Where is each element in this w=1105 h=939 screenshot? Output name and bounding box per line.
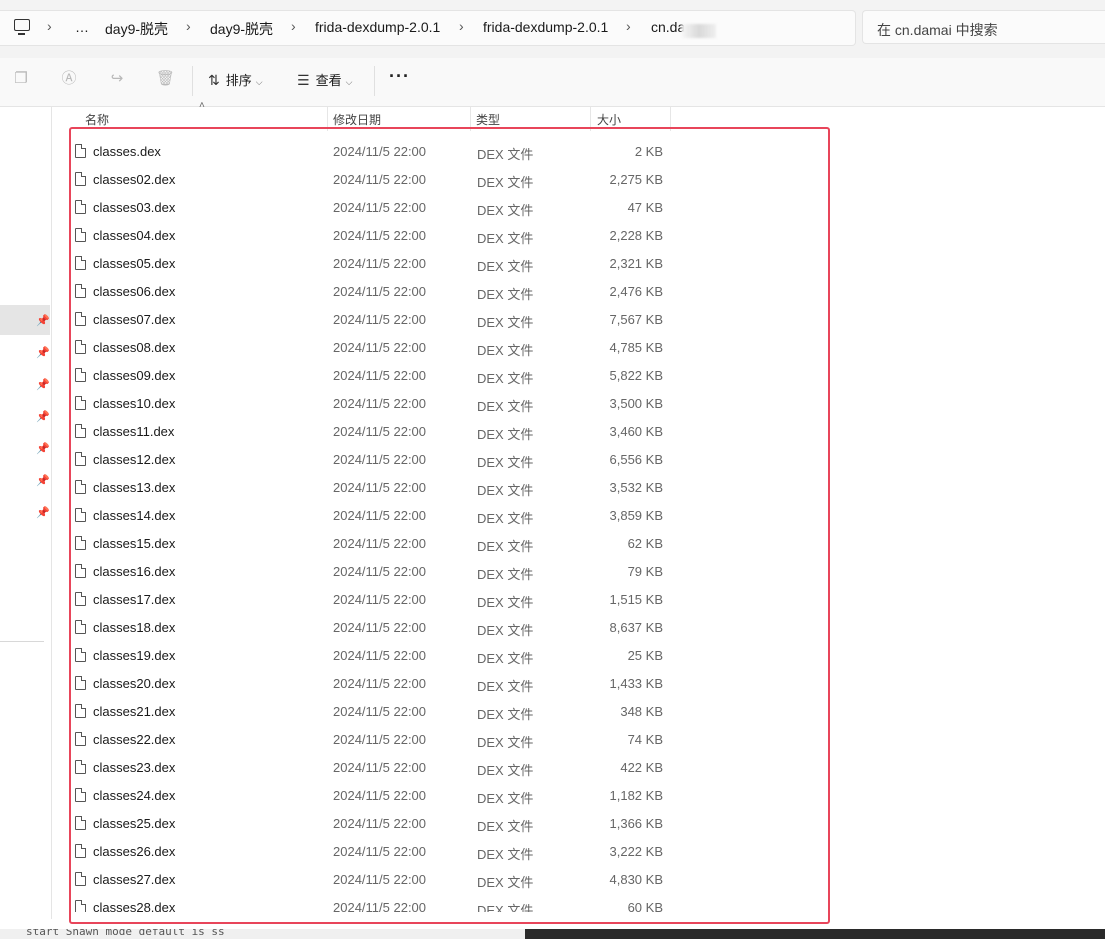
breadcrumb-item[interactable]: day9-脱壳 [210,19,273,39]
pin-icon[interactable]: 📌 [36,347,50,359]
highlight-annotation-box [69,127,830,924]
delete-icon[interactable]: 🗑 [156,70,175,88]
pin-icon[interactable]: 📌 [36,411,50,423]
view-button[interactable]: ☰ 查看 ⌵ [297,69,352,91]
address-bar-row: › … › day9-脱壳 › day9-脱壳 › frida-dexdump-… [0,0,1105,58]
this-pc-icon[interactable] [14,19,30,35]
chevron-down-icon: ⌵ [255,77,263,87]
background-window-strip: start Shawn mode default is ss [0,929,1105,939]
sort-label: 排序 [225,73,252,88]
redacted-blur [682,24,716,38]
copy-icon[interactable]: ❐ [12,70,30,88]
pin-icon[interactable]: 📌 [36,507,50,519]
breadcrumb-item[interactable]: frida-dexdump-2.0.1 [483,19,608,35]
breadcrumb-item[interactable]: frida-dexdump-2.0.1 [315,19,440,35]
address-bar[interactable]: › … › day9-脱壳 › day9-脱壳 › frida-dexdump-… [0,10,856,46]
navigation-pane: 📌 📌 📌 📌 📌 📌 📌 [0,107,52,939]
chevron-right-icon[interactable]: › [291,18,296,34]
chevron-right-icon[interactable]: › [186,18,191,34]
breadcrumb-item[interactable]: day9-脱壳 [105,19,168,39]
chevron-right-icon[interactable]: › [47,18,52,34]
more-options-button[interactable]: ··· [389,66,410,87]
pin-icon[interactable]: 📌 [36,315,50,327]
chevron-down-icon: ⌵ [345,77,353,87]
sort-button[interactable]: ⇅ 排序 ⌵ [208,69,263,91]
pin-icon[interactable]: 📌 [36,475,50,487]
chevron-right-icon[interactable]: › [459,18,464,34]
nav-divider-line [51,107,52,919]
sort-icon: ⇅ [208,72,220,88]
pin-icon[interactable]: 📌 [36,379,50,391]
share-icon[interactable]: ↪ [108,70,126,88]
sort-ascending-icon: ˄ [199,100,205,111]
search-input[interactable]: 在 cn.damai 中搜索 [862,10,1105,44]
background-window-text: start Shawn mode default is ss [26,929,225,938]
toolbar-divider [192,66,193,96]
toolbar-divider [374,66,375,96]
nav-separator [0,641,44,642]
breadcrumb-current[interactable]: cn.da [651,19,685,35]
command-bar: ❐ Ⓐ ↪ 🗑 ⇅ 排序 ⌵ ☰ 查看 ⌵ ··· [0,58,1105,107]
view-icon: ☰ [297,72,310,88]
view-label: 查看 [315,73,342,88]
chevron-right-icon[interactable]: › [626,18,631,34]
breadcrumb-ellipsis[interactable]: … [75,19,89,35]
pin-icon[interactable]: 📌 [36,443,50,455]
rename-icon[interactable]: Ⓐ [60,70,78,88]
search-placeholder: 在 cn.damai 中搜索 [877,22,998,38]
